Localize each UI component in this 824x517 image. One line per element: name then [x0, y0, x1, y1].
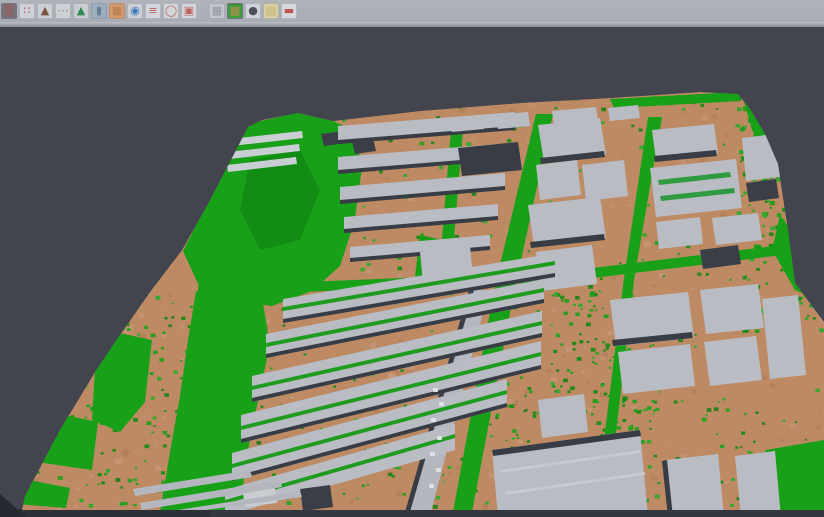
red-panel-icon[interactable]: ▬ [281, 3, 297, 19]
bldgC-C [582, 160, 628, 201]
rowB-dark-slab [458, 142, 522, 176]
orthophoto-icon[interactable]: ■ [109, 3, 125, 19]
region-crop-icon[interactable]: ▣ [181, 3, 197, 19]
bldgF-small [538, 394, 588, 438]
bldgC-B [536, 160, 581, 200]
terrain-icon[interactable]: ▲ [37, 3, 53, 19]
car [436, 468, 441, 472]
scene-svg [0, 27, 824, 517]
grid-icon[interactable]: ▦ [209, 3, 225, 19]
red-layers-icon[interactable]: ≡ [145, 3, 161, 19]
point-cloud-icon[interactable]: ▒ [1, 3, 17, 19]
main-toolbar: ▒∷▲⋯▲▮■◉≡◯▣▦▩●▤▬ [0, 0, 824, 22]
bldg-top-1 [450, 115, 484, 132]
slab-icon[interactable]: ▮ [91, 3, 107, 19]
car [431, 418, 436, 422]
bldgD-2 [650, 159, 742, 217]
globe-icon[interactable]: ◉ [127, 3, 143, 19]
bldgD-5 [712, 213, 762, 245]
circle-selection-icon[interactable]: ◯ [163, 3, 179, 19]
sparse-points-icon[interactable]: ⋯ [55, 3, 71, 19]
car [429, 484, 434, 488]
bldgD-3-shadow [746, 179, 779, 202]
bldgF-2 [666, 454, 724, 517]
bldgF-3 [735, 451, 781, 517]
car [430, 452, 435, 456]
car [433, 388, 438, 392]
dark-sphere-icon[interactable]: ● [245, 3, 261, 19]
car [439, 402, 444, 406]
yellow-panel-icon[interactable]: ▤ [263, 3, 279, 19]
application-window: { "window": { "kind": "point-cloud-3d-vi… [0, 0, 824, 517]
classified-points-icon[interactable]: ∷ [19, 3, 35, 19]
ground-classification-icon[interactable]: ▲ [73, 3, 89, 19]
classification-map-icon[interactable]: ▩ [227, 3, 243, 19]
bldgE-4 [704, 336, 762, 386]
bldg-top-2 [496, 112, 530, 129]
bldgE-3 [618, 344, 695, 394]
bldgE-2 [700, 284, 764, 334]
3d-viewport[interactable] [0, 27, 824, 517]
dark-roof-small [300, 485, 333, 511]
viewport-bottom-strip [0, 509, 210, 517]
bldgD-4 [656, 217, 703, 249]
car [437, 436, 442, 440]
